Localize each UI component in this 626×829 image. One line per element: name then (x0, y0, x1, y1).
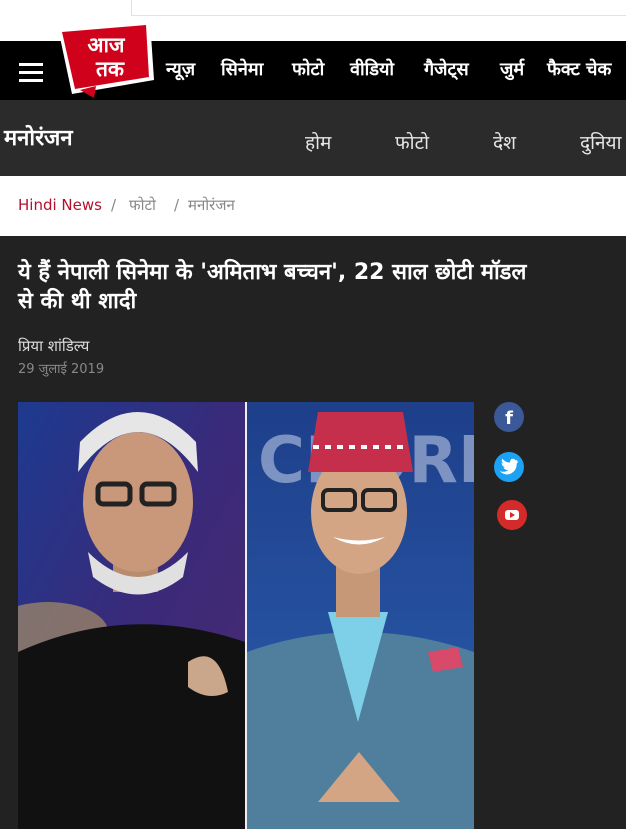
nav-item-photo[interactable]: फोटो (292, 58, 324, 82)
breadcrumb: Hindi News / फोटो / मनोरंजन (0, 176, 626, 236)
nav-item-cinema[interactable]: सिनेमा (221, 58, 263, 82)
breadcrumb-manoranjan[interactable]: मनोरंजन (188, 195, 235, 215)
twitter-icon (499, 458, 519, 475)
logo-text-tak: तक (95, 57, 125, 81)
twitter-share-button[interactable] (494, 452, 524, 482)
breadcrumb-separator: / (174, 196, 180, 214)
article: ये हैं नेपाली सिनेमा के 'अमिताभ बच्चन', … (0, 236, 626, 829)
svg-text:f: f (505, 408, 513, 429)
section-item-duniya[interactable]: दुनिया (580, 129, 622, 157)
facebook-share-button[interactable]: f (494, 402, 524, 432)
section-title[interactable]: मनोरंजन (4, 124, 73, 154)
section-item-desh[interactable]: देश (493, 129, 516, 157)
breadcrumb-separator: / (111, 196, 117, 214)
nav-item-crime[interactable]: जुर्म (500, 58, 524, 82)
nav-item-news[interactable]: न्यूज़ (166, 58, 195, 82)
article-author[interactable]: प्रिया शांडिल्य (18, 336, 89, 356)
section-bar: मनोरंजन होम फोटो देश दुनिया (0, 100, 626, 176)
nav-item-video[interactable]: वीडियो (350, 58, 394, 82)
breadcrumb-home[interactable]: Hindi News (18, 195, 102, 215)
nav-item-fact-check[interactable]: फैक्ट चेक (547, 58, 611, 82)
youtube-icon (505, 510, 519, 520)
facebook-icon: f (505, 408, 513, 429)
section-item-home[interactable]: होम (305, 129, 331, 157)
youtube-share-button[interactable] (497, 500, 527, 530)
aajtak-logo[interactable]: आज तक (52, 20, 156, 98)
article-photo[interactable]: CRORE (18, 402, 474, 829)
breadcrumb-photo[interactable]: फोटो (129, 195, 156, 215)
article-date: 29 जुलाई 2019 (18, 362, 105, 377)
nav-item-gadgets[interactable]: गैजेट्स (424, 58, 469, 82)
logo-text-aaj: आज (87, 33, 125, 57)
article-headline: ये हैं नेपाली सिनेमा के 'अमिताभ बच्चन', … (18, 260, 527, 314)
search-input[interactable] (131, 0, 626, 16)
menu-icon[interactable] (19, 63, 43, 82)
section-item-photo[interactable]: फोटो (395, 129, 429, 157)
